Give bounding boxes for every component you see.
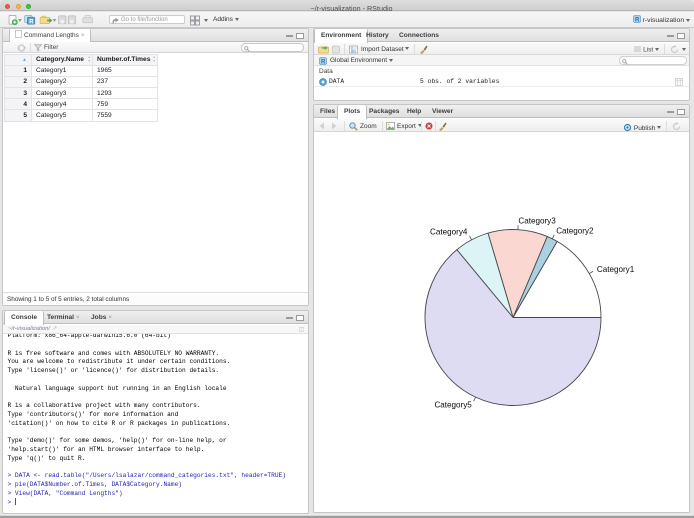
svg-text:Category2: Category2 xyxy=(556,227,594,236)
svg-text:Category3: Category3 xyxy=(518,217,556,226)
svg-text:R: R xyxy=(29,19,34,25)
svg-text:Category4: Category4 xyxy=(430,228,468,237)
svg-text:R: R xyxy=(321,60,326,66)
svg-text:R: R xyxy=(635,18,640,24)
svg-text:Category1: Category1 xyxy=(597,265,635,274)
svg-text:Category5: Category5 xyxy=(434,401,472,410)
